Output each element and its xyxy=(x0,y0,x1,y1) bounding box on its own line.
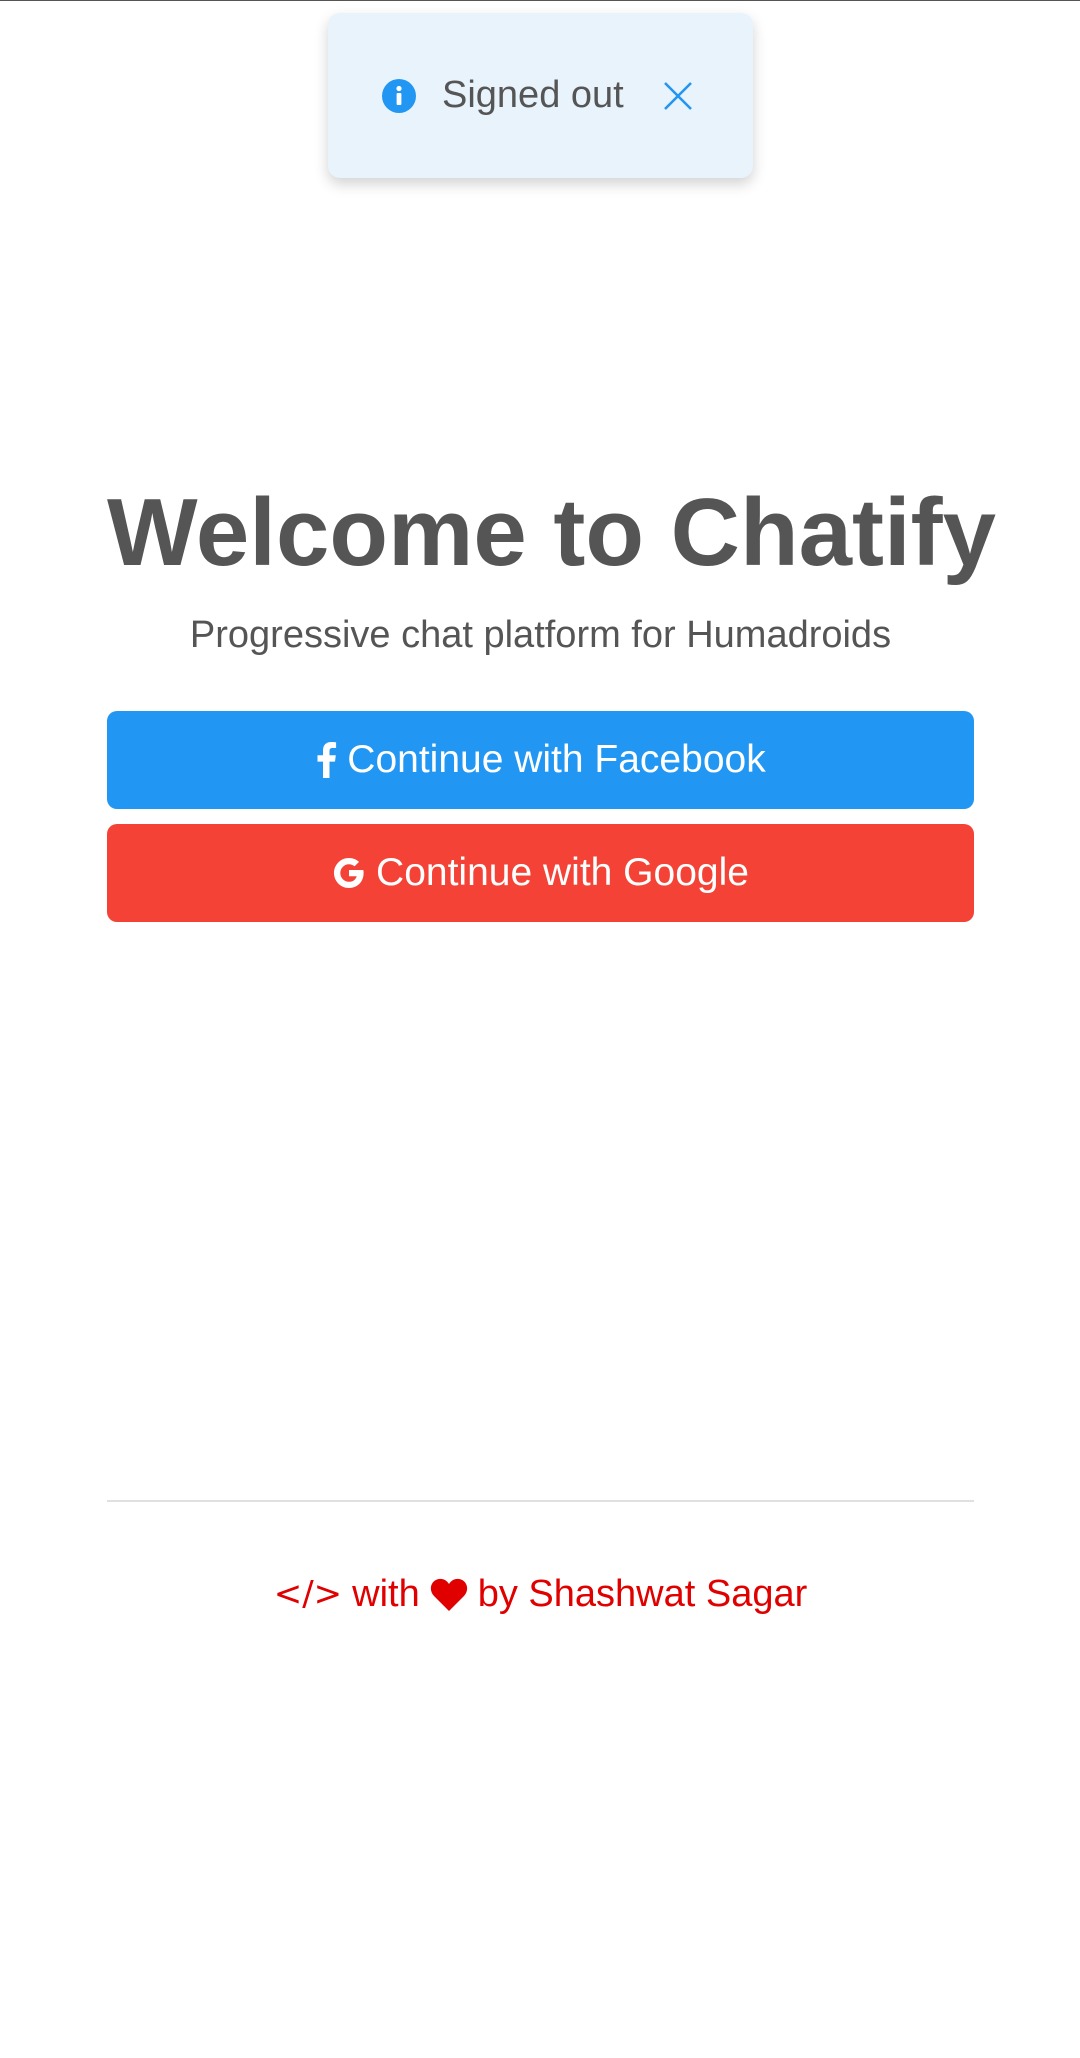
toast-message: Signed out xyxy=(442,74,624,116)
facebook-icon xyxy=(315,742,337,778)
footer-credits: </> with by Shashwat Sagar xyxy=(107,1569,974,1619)
heart-icon xyxy=(430,1577,468,1611)
page-subtitle: Progressive chat platform for Humadroids xyxy=(189,614,892,656)
login-page: Signed out Welcome to Chatify Progressiv… xyxy=(0,0,1080,2058)
continue-with-google-button[interactable]: Continue with Google xyxy=(107,824,974,922)
footer-with-text: with xyxy=(352,1573,420,1615)
google-button-label: Continue with Google xyxy=(376,851,749,894)
code-icon: </> xyxy=(273,1574,343,1614)
facebook-button-label: Continue with Facebook xyxy=(347,738,766,781)
signed-out-toast: Signed out xyxy=(328,13,753,178)
footer-divider xyxy=(107,1500,974,1502)
welcome-section: Welcome to Chatify Progressive chat plat… xyxy=(107,471,997,922)
footer-author-text: by Shashwat Sagar xyxy=(477,1573,808,1615)
continue-with-facebook-button[interactable]: Continue with Facebook xyxy=(107,711,974,809)
close-icon[interactable] xyxy=(662,80,694,112)
page-title: Welcome to Chatify xyxy=(107,479,997,586)
google-icon xyxy=(332,856,366,890)
info-icon xyxy=(382,78,416,113)
